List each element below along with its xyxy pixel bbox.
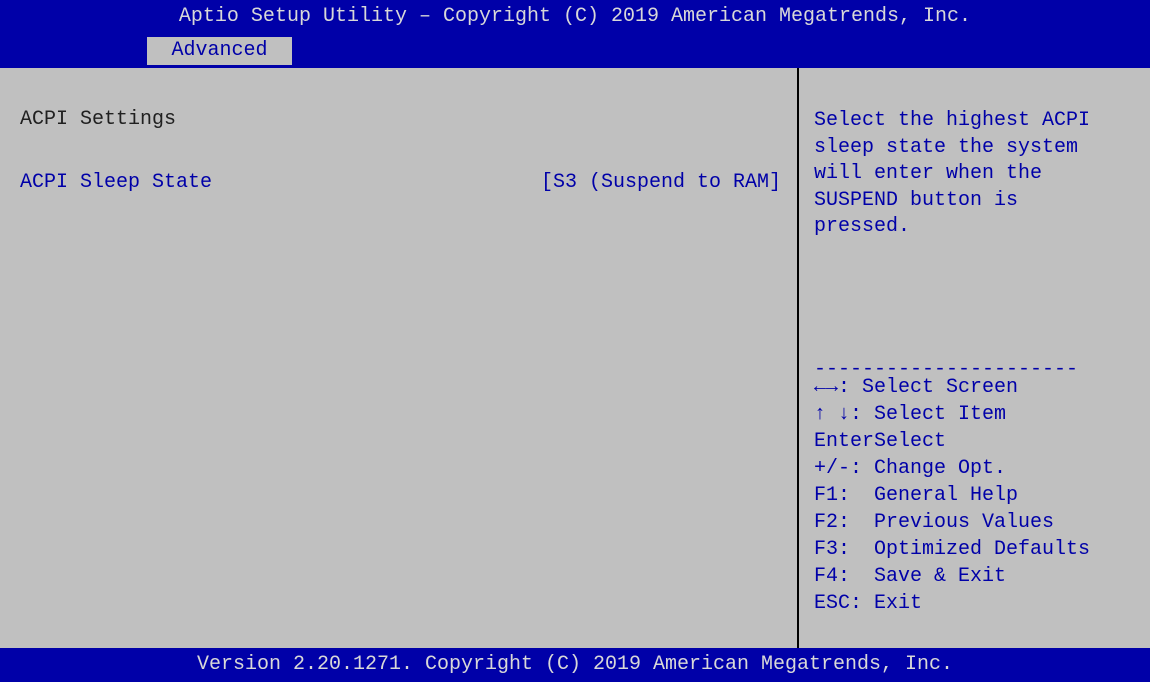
bios-setup-screen: Aptio Setup Utility – Copyright (C) 2019… — [0, 0, 1150, 682]
key-select-screen: ←→: Select Screen — [814, 375, 1019, 399]
tab-bar: Advanced — [0, 34, 1150, 68]
key-general-help: F1: General Help — [814, 483, 1019, 507]
key-enter-select: EnterSelect — [814, 429, 947, 453]
version-text: Version 2.20.1271. Copyright (C) 2019 Am… — [196, 653, 954, 676]
help-pane: Select the highest ACPI sleep state the … — [799, 68, 1150, 648]
key-exit: ESC: Exit — [814, 591, 923, 615]
acpi-sleep-state-value[interactable]: [S3 (Suspend to RAM] — [541, 173, 781, 193]
title-text: Aptio Setup Utility – Copyright (C) 2019… — [178, 5, 972, 28]
key-optimized-defaults: F3: Optimized Defaults — [814, 537, 1091, 561]
settings-pane: ACPI Settings ACPI Sleep State [S3 (Susp… — [0, 68, 797, 648]
key-legend: ←→: Select Screen ↑ ↓: Select Item Enter… — [814, 374, 1149, 617]
key-save-exit: F4: Save & Exit — [814, 564, 1007, 588]
key-change-opt: +/-: Change Opt. — [814, 456, 1007, 480]
title-bar: Aptio Setup Utility – Copyright (C) 2019… — [0, 0, 1150, 34]
acpi-sleep-state-label[interactable]: ACPI Sleep State — [20, 173, 212, 193]
key-previous-values: F2: Previous Values — [814, 510, 1055, 534]
help-description: Select the highest ACPI sleep state the … — [814, 109, 1091, 238]
tab-advanced-label: Advanced — [171, 39, 268, 62]
footer-bar: Version 2.20.1271. Copyright (C) 2019 Am… — [0, 648, 1150, 682]
section-title: ACPI Settings — [20, 108, 177, 131]
key-select-item: ↑ ↓: Select Item — [814, 402, 1007, 426]
tab-advanced[interactable]: Advanced — [147, 37, 292, 65]
